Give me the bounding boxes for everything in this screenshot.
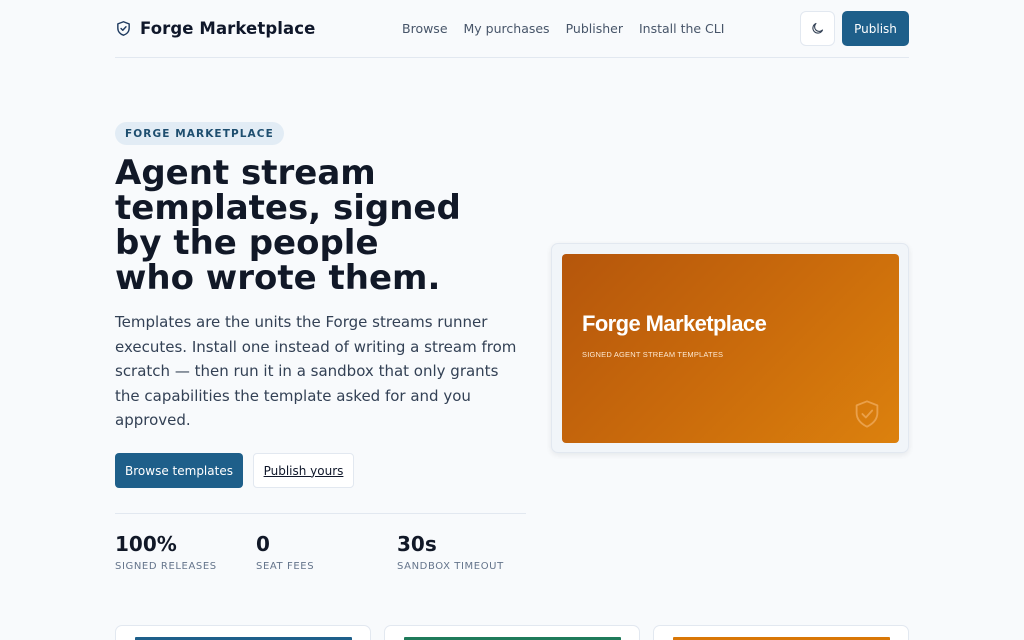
- stat-signed-releases: 100% SIGNED RELEASES: [115, 532, 217, 572]
- preview-frame: Forge Marketplace SIGNED AGENT STREAM TE…: [551, 243, 909, 453]
- template-card[interactable]: [653, 625, 909, 640]
- stat-value: 0: [256, 532, 270, 556]
- moon-icon: [812, 22, 824, 34]
- hero-title: Agent stream templates, signed by the pe…: [115, 156, 515, 296]
- main-nav: Browse My purchases Publisher Install th…: [402, 0, 724, 57]
- hero-title-line: who wrote them.: [115, 258, 441, 298]
- shield-check-icon: [117, 21, 130, 36]
- preview-card: Forge Marketplace SIGNED AGENT STREAM TE…: [562, 254, 899, 443]
- stat-sandbox-timeout: 30s SANDBOX TIMEOUT: [397, 532, 504, 572]
- stat-value: 30s: [397, 532, 437, 556]
- nav-my-purchases[interactable]: My purchases: [464, 21, 550, 36]
- stat-label: SANDBOX TIMEOUT: [397, 561, 504, 572]
- hero-title-line: templates, signed: [115, 188, 461, 228]
- stat-label: SIGNED RELEASES: [115, 561, 217, 572]
- stats-divider: [115, 513, 526, 514]
- preview-subtitle: SIGNED AGENT STREAM TEMPLATES: [582, 350, 724, 359]
- browse-templates-button[interactable]: Browse templates: [115, 453, 243, 488]
- hero-title-line: Agent stream: [115, 153, 376, 193]
- hero-title-line: by the people: [115, 223, 379, 263]
- stat-value: 100%: [115, 532, 177, 556]
- nav-install-cli[interactable]: Install the CLI: [639, 21, 724, 36]
- brand-title: Forge Marketplace: [140, 19, 316, 38]
- theme-toggle-button[interactable]: [800, 11, 835, 46]
- publish-button[interactable]: Publish: [842, 11, 909, 46]
- shield-check-icon: [855, 400, 879, 428]
- preview-title: Forge Marketplace: [582, 311, 767, 336]
- stat-label: SEAT FEES: [256, 561, 315, 572]
- template-card[interactable]: [115, 625, 371, 640]
- nav-browse[interactable]: Browse: [402, 21, 448, 36]
- nav-publisher[interactable]: Publisher: [566, 21, 623, 36]
- hero-description: Templates are the units the Forge stream…: [115, 313, 517, 430]
- brand[interactable]: Forge Marketplace: [115, 19, 315, 38]
- stat-seat-fees: 0 SEAT FEES: [256, 532, 314, 572]
- template-card[interactable]: [384, 625, 640, 640]
- top-bar: Forge Marketplace Browse My purchases Pu…: [115, 0, 909, 58]
- publish-yours-button[interactable]: Publish yours: [253, 453, 354, 488]
- eyebrow-badge: FORGE MARKETPLACE: [115, 122, 284, 145]
